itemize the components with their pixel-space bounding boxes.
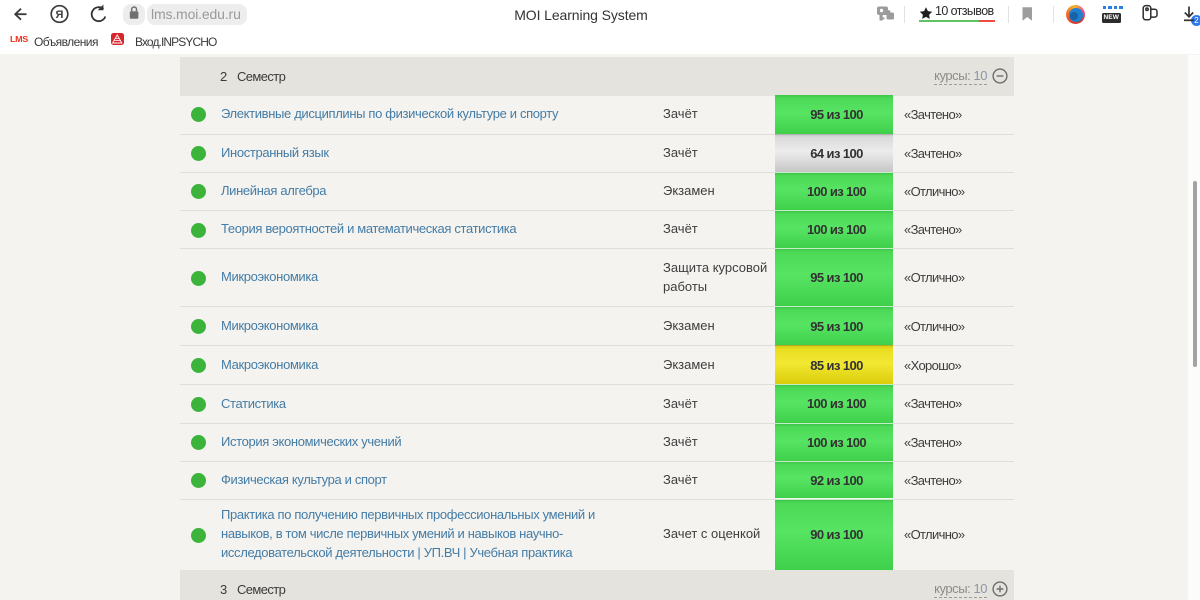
svg-text:Я: Я	[56, 9, 64, 21]
